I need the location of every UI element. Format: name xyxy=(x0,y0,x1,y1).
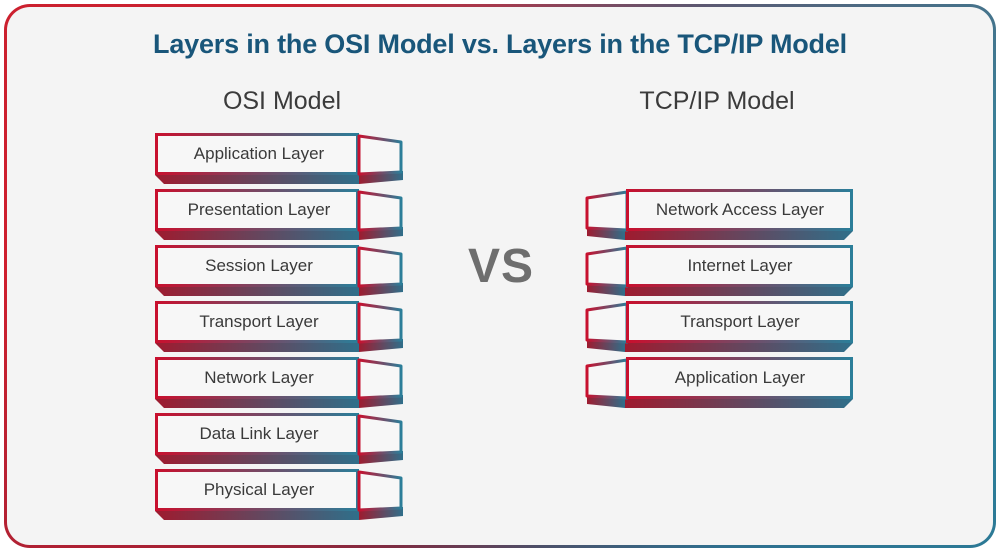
tcpip-layer-stack: Network Access Layer Internet Layer Tran… xyxy=(581,189,859,413)
osi-layer-box[interactable]: Application Layer xyxy=(155,133,407,184)
osi-layer-box[interactable]: Session Layer xyxy=(155,245,407,296)
column-heading-tcpip: TCP/IP Model xyxy=(639,87,795,115)
tcpip-layer-box[interactable]: Transport Layer xyxy=(581,301,859,352)
tcpip-layer-box[interactable]: Application Layer xyxy=(581,357,859,408)
osi-layer-box[interactable]: Transport Layer xyxy=(155,301,407,352)
osi-layer-box[interactable]: Data Link Layer xyxy=(155,413,407,464)
tcpip-layer-box[interactable]: Network Access Layer xyxy=(581,189,859,240)
osi-layer-box[interactable]: Presentation Layer xyxy=(155,189,407,240)
versus-label: VS xyxy=(467,240,535,293)
column-heading-osi: OSI Model xyxy=(222,87,342,115)
osi-layer-box[interactable]: Network Layer xyxy=(155,357,407,408)
page-frame: Layers in the OSI Model vs. Layers in th… xyxy=(4,4,996,548)
tcpip-layer-box[interactable]: Internet Layer xyxy=(581,245,859,296)
page-title: Layers in the OSI Model vs. Layers in th… xyxy=(153,29,847,59)
osi-layer-box[interactable]: Physical Layer xyxy=(155,469,407,520)
diagram-canvas: Layers in the OSI Model vs. Layers in th… xyxy=(0,0,1000,552)
osi-layer-stack: Application Layer Presentation Layer Ses… xyxy=(155,133,407,525)
page-frame-inner: Layers in the OSI Model vs. Layers in th… xyxy=(7,7,993,545)
